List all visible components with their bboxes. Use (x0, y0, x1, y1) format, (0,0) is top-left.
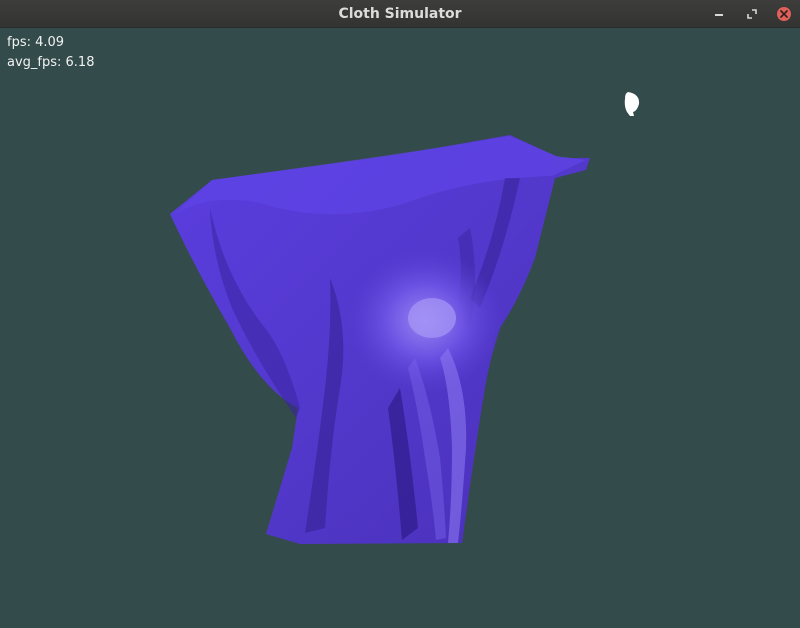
fps-readout: fps: 4.09 (7, 35, 65, 50)
maximize-icon (747, 9, 757, 19)
avg-fps-readout: avg_fps: 6.18 (7, 55, 95, 70)
maximize-button[interactable] (743, 5, 761, 23)
app-window: Cloth Simulator fps: 4.09 avg_fps: 6.18 (0, 0, 800, 628)
mouse-cursor-icon (624, 92, 640, 116)
render-viewport[interactable]: fps: 4.09 avg_fps: 6.18 (0, 28, 800, 628)
window-title: Cloth Simulator (338, 6, 462, 22)
close-button[interactable] (775, 5, 793, 23)
close-icon (776, 6, 792, 22)
cloth-scene[interactable] (0, 28, 800, 628)
minimize-icon (714, 9, 724, 19)
minimize-button[interactable] (710, 5, 728, 23)
title-bar[interactable]: Cloth Simulator (0, 0, 800, 28)
